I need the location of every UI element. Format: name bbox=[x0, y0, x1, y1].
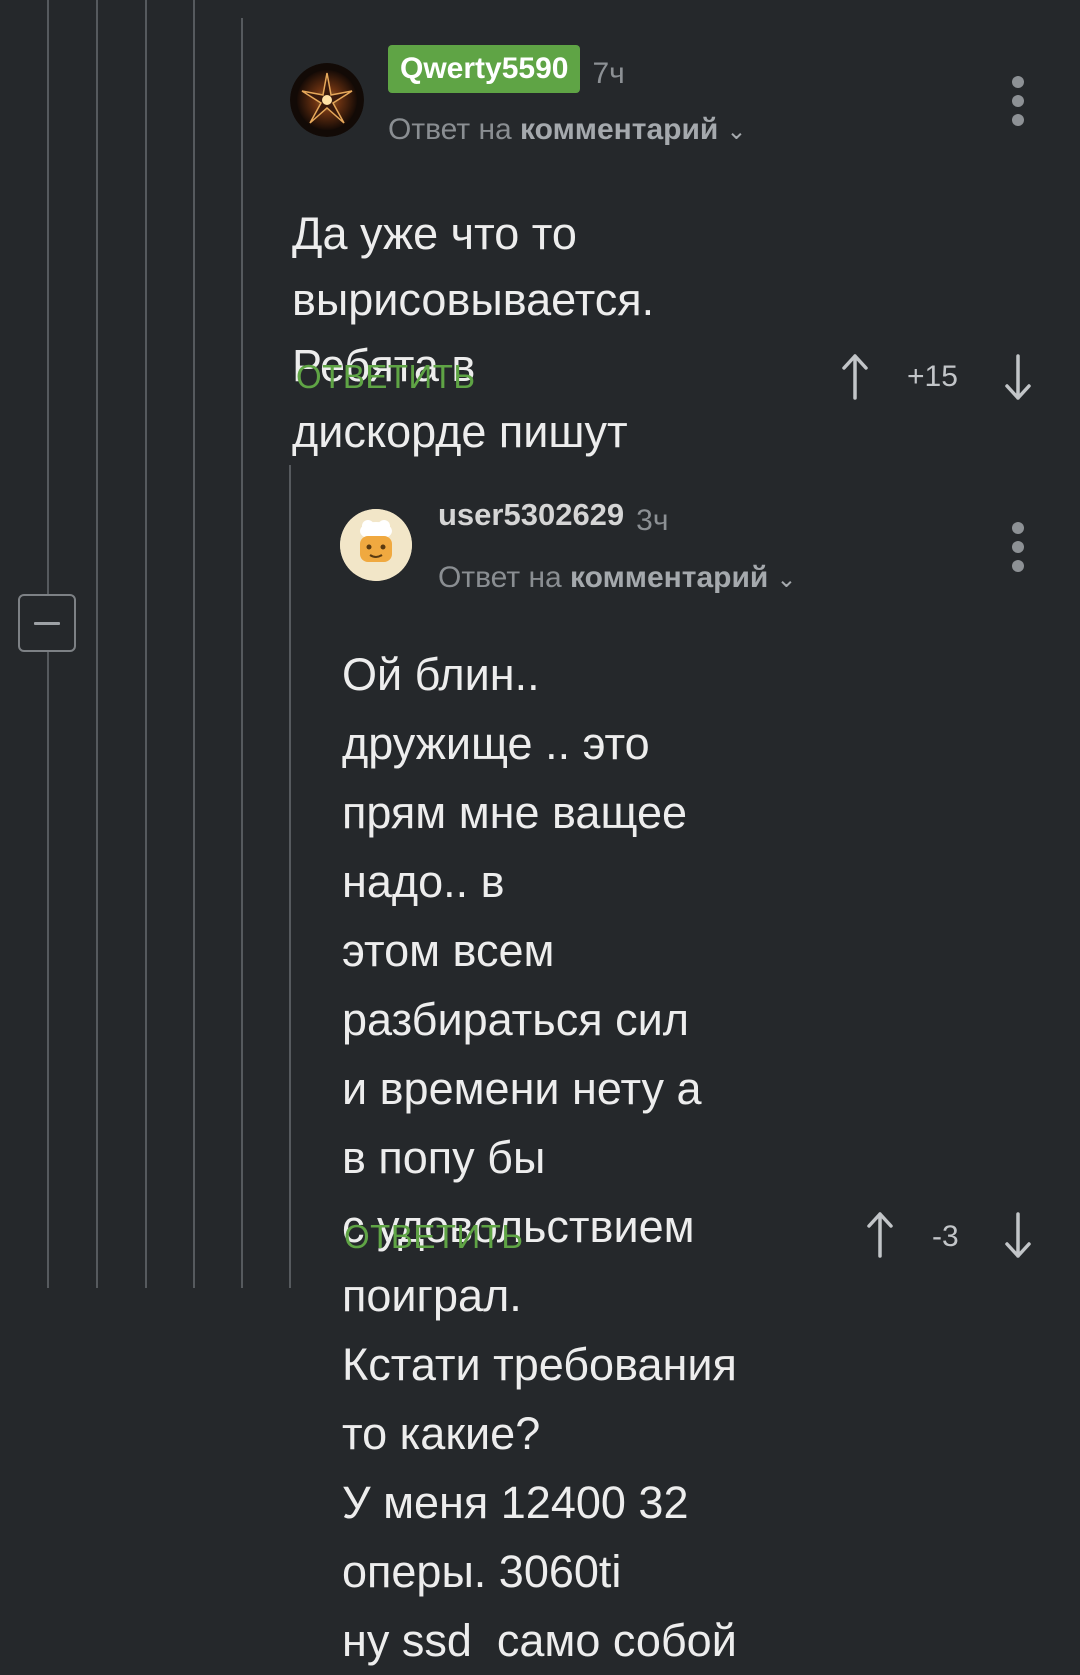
comment-body: Да уже что то вырисовывается. Ребята в д… bbox=[292, 201, 654, 465]
username[interactable]: user5302629 bbox=[438, 497, 624, 532]
avatar[interactable] bbox=[290, 63, 364, 137]
rating-count: -3 bbox=[932, 1220, 959, 1253]
reply-to-link[interactable]: Ответ на комментарий ⌄ bbox=[388, 113, 746, 147]
arrow-down-icon[interactable] bbox=[1003, 1210, 1033, 1260]
comment-line: Да уже что то вырисовывается. bbox=[292, 208, 655, 325]
collapse-thread-button[interactable] bbox=[18, 594, 76, 652]
reply-button[interactable]: ОТВЕТИТЬ bbox=[296, 358, 476, 396]
thread-line-3 bbox=[145, 0, 147, 1288]
comment-header: user5302629 3ч bbox=[438, 497, 669, 538]
more-vertical-icon[interactable] bbox=[1011, 522, 1025, 579]
comment-line: прям мне ващее надо.. в bbox=[342, 787, 688, 907]
reply-to-prefix: Ответ на bbox=[388, 113, 512, 146]
minus-icon bbox=[34, 621, 60, 625]
timestamp: 3ч bbox=[636, 503, 669, 537]
comment-line: Ой блин.. дружище .. это bbox=[342, 649, 650, 769]
reply-to-target: комментарий bbox=[520, 113, 719, 146]
reply-button[interactable]: ОТВЕТИТЬ bbox=[344, 1218, 524, 1256]
thread-line-2 bbox=[96, 0, 98, 1288]
avatar[interactable] bbox=[340, 509, 412, 581]
rating-count: +15 bbox=[907, 360, 958, 393]
arrow-down-icon[interactable] bbox=[1003, 352, 1033, 402]
comment-line: У меня 12400 32 оперы. 3060ti bbox=[342, 1477, 689, 1597]
arrow-up-icon[interactable] bbox=[865, 1210, 895, 1260]
comment-line: с удовольствием поиграл. bbox=[342, 1201, 695, 1321]
comment-line: ну ssd само собой bbox=[342, 1615, 737, 1666]
thread-line-4 bbox=[193, 0, 195, 1288]
thread-line-5[interactable] bbox=[241, 18, 243, 1288]
more-vertical-icon[interactable] bbox=[1011, 76, 1025, 133]
username-badge[interactable]: Qwerty5590 bbox=[388, 45, 581, 93]
timestamp: 7ч bbox=[592, 56, 625, 90]
comment-line: Ребята в дискорде пишут bbox=[292, 340, 628, 457]
comment-line: Кстати требования то какие? bbox=[342, 1339, 737, 1459]
reply-to-prefix: Ответ на bbox=[438, 561, 562, 594]
comment-line: этом всем разбираться сил bbox=[342, 925, 689, 1045]
reply-to-target: комментарий bbox=[570, 561, 769, 594]
thread-line-6[interactable] bbox=[289, 465, 291, 1288]
reply-to-link[interactable]: Ответ на комментарий ⌄ bbox=[438, 561, 796, 595]
arrow-up-icon[interactable] bbox=[840, 352, 870, 402]
comment-header: Qwerty5590 7ч bbox=[388, 45, 625, 93]
comment-body: Ой блин.. дружище .. это прям мне ващее … bbox=[342, 640, 737, 1675]
chevron-down-icon: ⌄ bbox=[726, 118, 747, 145]
comment-line: и времени нету а в попу бы bbox=[342, 1063, 702, 1183]
chevron-down-icon: ⌄ bbox=[776, 566, 797, 593]
